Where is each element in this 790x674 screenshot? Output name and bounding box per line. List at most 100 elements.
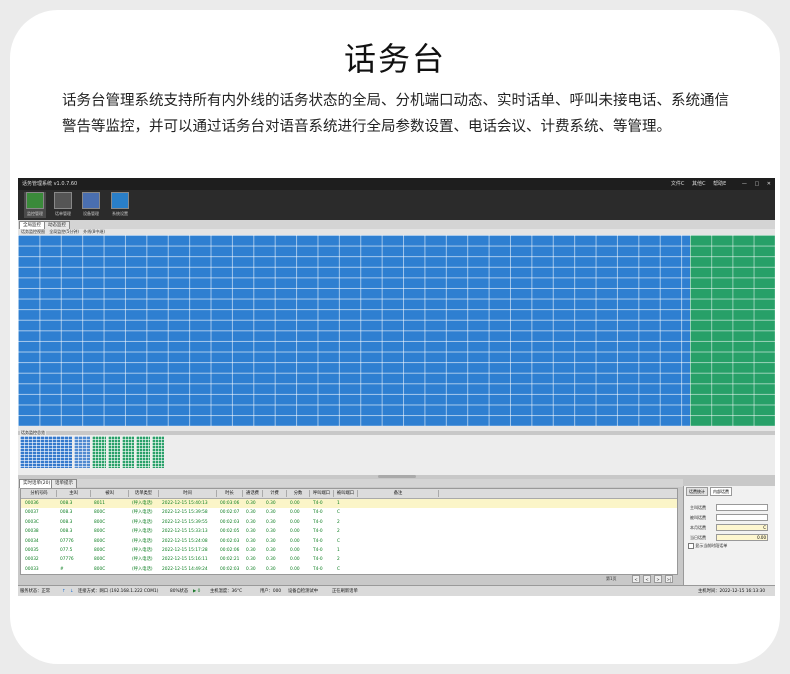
table-cell: 07776 xyxy=(60,538,74,544)
tab-record-alerts[interactable]: 话单提示 xyxy=(51,479,77,488)
download-icon: ↓ xyxy=(70,589,74,594)
col-score[interactable]: 分数 xyxy=(287,490,310,497)
caller-fee-field[interactable] xyxy=(716,504,768,511)
close-button[interactable]: ✕ xyxy=(767,181,771,187)
table-cell: 07776 xyxy=(60,557,74,563)
table-cell: (呼入电话) xyxy=(132,566,153,572)
table-cell: 0.30 xyxy=(246,538,256,544)
table-cell: 0.30 xyxy=(266,566,276,572)
table-cell: (呼入电话) xyxy=(132,529,153,535)
callee-fee-field[interactable] xyxy=(716,514,768,521)
toolbar-records-button[interactable]: 话单管理 xyxy=(52,192,74,218)
first-page-button[interactable]: < xyxy=(632,575,640,583)
table-cell: 0.30 xyxy=(266,529,276,535)
overview-extensions-thumb[interactable] xyxy=(74,436,90,468)
table-cell: (呼入电话) xyxy=(132,501,153,506)
table-cell: 0.30 xyxy=(246,548,256,553)
maximize-button[interactable]: □ xyxy=(754,181,759,187)
menu-help[interactable]: 帮助E xyxy=(713,181,726,187)
table-row[interactable]: 00034 07776 800C (呼入电话) 2022-12-15 15:24:08 0… xyxy=(21,537,677,546)
table-row[interactable]: 00036 008.3 8011 (呼入电话) 2022-12-15 15:40:13 0… xyxy=(21,499,677,508)
sub-label: 话务监控视图 xyxy=(21,229,45,234)
month-fee-field[interactable]: C xyxy=(716,524,768,531)
checkbox-box[interactable] xyxy=(688,543,694,549)
table-row[interactable]: 0003C 008.3 800C (呼入电话) 2022-12-15 15:39:55 0… xyxy=(21,518,677,527)
table-cell: 800C xyxy=(94,519,106,525)
table-cell: 800C xyxy=(94,529,106,535)
table-cell: T4-0 xyxy=(313,501,323,506)
col-time[interactable]: 时间 xyxy=(159,490,217,497)
menu-file[interactable]: 文件C xyxy=(671,181,685,187)
table-cell: 2022-12-15 15:33:13 xyxy=(162,529,208,535)
overview-trunk-thumb[interactable] xyxy=(92,436,106,468)
col-duration[interactable]: 时长 xyxy=(217,490,243,497)
page-description: 话务台管理系统支持所有内外线的话务状态的全局、分机端口动态、实时话单、呼叫未接电… xyxy=(62,93,729,135)
table-cell: 0.30 xyxy=(246,557,256,563)
connection-status: 连接方式：网口 (192.168.1.222 COM1) xyxy=(78,589,159,594)
last-page-button[interactable]: >| xyxy=(665,575,673,583)
overview-extensions-thumb[interactable] xyxy=(20,436,72,468)
table-cell: 2022-12-15 15:40:13 xyxy=(162,501,208,506)
overview-trunk-thumb[interactable] xyxy=(136,436,150,468)
toolbar-monitor-button[interactable]: 监控管理 xyxy=(24,192,46,218)
panel-splitter[interactable] xyxy=(378,475,416,478)
col-callee[interactable]: 被叫 xyxy=(91,490,129,497)
toolbar-settings-button[interactable]: 系统设置 xyxy=(109,192,131,218)
table-row[interactable]: 00037 008.3 800C (呼入电话) 2022-12-15 15:39:58 0… xyxy=(21,508,677,517)
col-call-port[interactable]: 呼叫端口 xyxy=(310,490,334,497)
table-cell: 2022-12-15 15:39:55 xyxy=(162,519,208,525)
table-cell: 00:02:06 xyxy=(220,548,240,553)
table-cell: T4-0 xyxy=(313,566,323,572)
table-cell: T4-0 xyxy=(313,519,323,525)
toolbar-device-button[interactable]: 设备管理 xyxy=(80,192,102,218)
minimize-button[interactable]: — xyxy=(742,181,747,187)
play-counter[interactable]: ▶ 0 xyxy=(193,586,200,596)
table-cell: 00:02:03 xyxy=(220,566,240,572)
overview-trunk-thumb[interactable] xyxy=(152,436,164,468)
day-fee-field[interactable]: 0.00 xyxy=(716,534,768,541)
sub-label[interactable]: 全局监控(5分钟) xyxy=(49,229,79,234)
table-cell: 0.30 xyxy=(266,548,276,553)
col-billing[interactable]: 计费 xyxy=(263,490,287,497)
tab-fee-stats[interactable]: 话费统计 xyxy=(686,487,708,496)
status-bar: 服务状态：正常 ↑ ↓ 连接方式：网口 (192.168.1.222 COM1)… xyxy=(18,585,775,596)
trunk-grid[interactable] xyxy=(690,235,775,426)
col-called-port[interactable]: 被叫端口 xyxy=(334,490,358,497)
col-extension[interactable]: 分机号码 xyxy=(22,490,57,497)
fee-panel: 话费统计 内部话费 主叫话费 被叫话费 本月话费 C 当日话费 0.00 显示当… xyxy=(683,486,775,586)
table-cell: 0.30 xyxy=(266,501,276,506)
table-cell: 2022-12-15 14:49:24 xyxy=(162,566,208,572)
table-cell: 0.00 xyxy=(290,566,300,572)
menu-other[interactable]: 其他C xyxy=(692,181,706,187)
overview-trunk-thumb[interactable] xyxy=(122,436,134,468)
table-cell: 0.00 xyxy=(290,529,300,535)
table-row[interactable]: 00032 07776 800C (呼入电话) 2022-12-15 15:16:11 0… xyxy=(21,555,677,564)
table-row[interactable]: 00033 #800C (呼入电话) 2022-12-15 14:49:24 00:02… xyxy=(21,565,677,574)
settings-icon xyxy=(111,192,129,209)
tab-realtime-records[interactable]: 实时话单(20) xyxy=(19,479,55,488)
col-caller[interactable]: 主叫 xyxy=(57,490,91,497)
next-page-button[interactable]: > xyxy=(654,575,662,583)
table-cell: C xyxy=(337,538,341,544)
table-row[interactable]: 00035 077.5 800C (呼入电话) 2022-12-15 15:17:28 0… xyxy=(21,546,677,555)
sub-label[interactable]: 外线(8中继) xyxy=(83,229,105,234)
col-type[interactable]: 话单类型 xyxy=(129,490,159,497)
table-cell: 1 xyxy=(337,501,340,506)
table-cell: 00:03:06 xyxy=(220,501,240,506)
table-cell: 800C xyxy=(94,548,106,553)
field-label: 主叫话费 xyxy=(690,505,706,510)
extension-grid[interactable] xyxy=(18,235,775,426)
field-label: 本月话费 xyxy=(690,525,706,530)
col-remark[interactable]: 备注 xyxy=(358,490,439,497)
table-cell: 0.30 xyxy=(266,538,276,544)
table-cell: 00037 xyxy=(25,510,39,516)
table-cell: 008.3 xyxy=(60,501,73,506)
refresh-status: 正在刷新话单 xyxy=(332,589,358,594)
table-row[interactable]: 00038 008.3 800C (呼入电话) 2022-12-15 15:33:13 0… xyxy=(21,527,677,536)
tab-internal-fee[interactable]: 内部话费 xyxy=(710,487,732,496)
show-current-checkbox[interactable]: 显示当前时段话单 xyxy=(688,543,727,549)
prev-page-button[interactable]: < xyxy=(643,575,651,583)
table-cell: 8011 xyxy=(94,501,105,506)
col-fee[interactable]: 通话费 xyxy=(243,490,263,497)
overview-trunk-thumb[interactable] xyxy=(108,436,120,468)
